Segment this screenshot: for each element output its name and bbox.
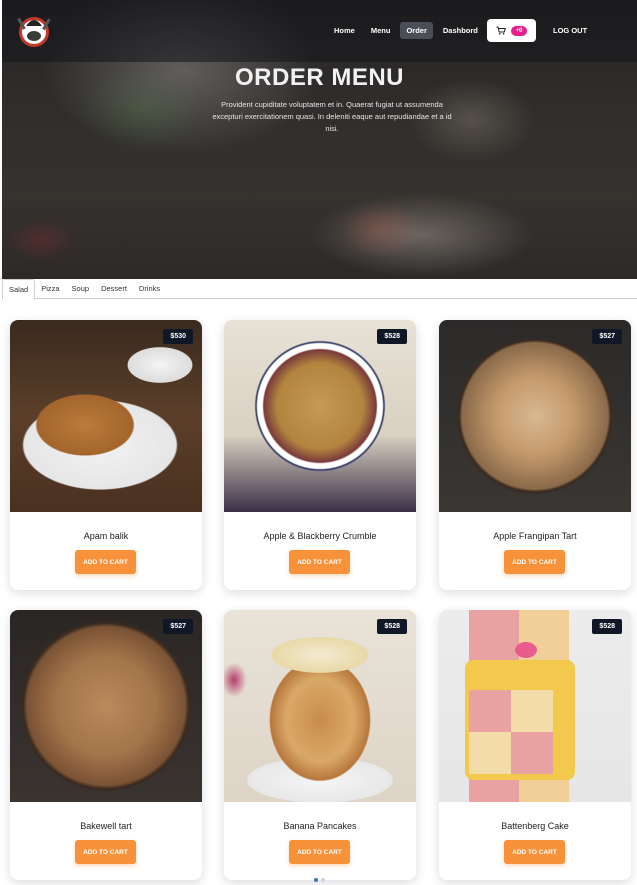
hero-banner: Home Menu Order Dashbord +0 LOG OUT ORDE… — [2, 0, 637, 279]
order-page: Home Menu Order Dashbord +0 LOG OUT ORDE… — [0, 0, 637, 885]
logout-button[interactable]: LOG OUT — [553, 26, 587, 35]
cake-checker — [469, 690, 553, 774]
product-card: $527 Apple Frangipan Tart ADD TO CART — [439, 320, 631, 590]
product-name: Battenberg Cake — [501, 821, 569, 831]
tab-soup[interactable]: Soup — [66, 279, 96, 299]
add-to-cart-button[interactable]: ADD TO CART — [75, 550, 136, 574]
cart-count-badge: +0 — [510, 25, 528, 36]
product-card: $528 Apple & Blackberry Crumble ADD TO C… — [224, 320, 416, 590]
product-name: Apple Frangipan Tart — [493, 531, 577, 541]
nav-menu[interactable]: Menu — [365, 22, 397, 39]
shopping-cart-icon — [496, 22, 506, 40]
product-card: $528 Banana Pancakes ADD TO CART — [224, 610, 416, 880]
product-image — [224, 320, 416, 512]
price-badge: $528 — [377, 619, 407, 634]
nav-home[interactable]: Home — [328, 22, 361, 39]
product-card: $528 Battenberg Cake ADD TO CART — [439, 610, 631, 880]
cake-rose — [515, 642, 537, 658]
product-name: Apam balik — [83, 531, 129, 541]
price-badge: $530 — [163, 329, 193, 344]
product-name: Banana Pancakes — [283, 821, 357, 831]
chef-logo-icon[interactable] — [16, 14, 52, 48]
add-to-cart-button[interactable]: ADD TO CART — [289, 550, 350, 574]
product-image — [10, 610, 202, 802]
product-image — [224, 610, 416, 802]
tab-salad[interactable]: Salad — [2, 279, 36, 300]
product-image — [439, 320, 631, 512]
tab-dessert[interactable]: Dessert — [95, 279, 133, 299]
product-image — [439, 610, 631, 802]
navbar: Home Menu Order Dashbord +0 LOG OUT — [2, 0, 637, 62]
nav-links: Home Menu Order Dashbord — [328, 22, 484, 39]
cart-button[interactable]: +0 — [487, 19, 536, 42]
page-title: ORDER MENU — [234, 64, 404, 91]
price-badge: $528 — [592, 619, 622, 634]
price-badge: $527 — [163, 619, 193, 634]
tab-pizza[interactable]: Pizza — [35, 279, 65, 299]
product-name: Bakewell tart — [80, 821, 132, 831]
price-badge: $528 — [377, 329, 407, 344]
product-card: $530 Apam balik ADD TO CART — [10, 320, 202, 590]
pagination-dot[interactable] — [314, 878, 318, 882]
pagination-dot[interactable] — [321, 878, 325, 882]
nav-dashboard[interactable]: Dashbord — [437, 22, 484, 39]
tab-drinks[interactable]: Drinks — [133, 279, 166, 299]
nav-order[interactable]: Order — [400, 22, 433, 39]
price-badge: $527 — [592, 329, 622, 344]
add-to-cart-button[interactable]: ADD TO CART — [504, 840, 565, 864]
product-card: $527 Bakewell tart ADD TO CART — [10, 610, 202, 880]
add-to-cart-button[interactable]: ADD TO CART — [504, 550, 565, 574]
add-to-cart-button[interactable]: ADD TO CART — [289, 840, 350, 864]
add-to-cart-button[interactable]: ADD TO CART — [75, 840, 136, 864]
product-name: Apple & Blackberry Crumble — [263, 531, 377, 541]
hero-subtitle: Provident cupiditate voluptatem et in. Q… — [212, 100, 452, 133]
category-tabs: Salad Pizza Soup Dessert Drinks — [2, 279, 637, 300]
product-image — [10, 320, 202, 512]
pagination-dots — [314, 878, 325, 882]
